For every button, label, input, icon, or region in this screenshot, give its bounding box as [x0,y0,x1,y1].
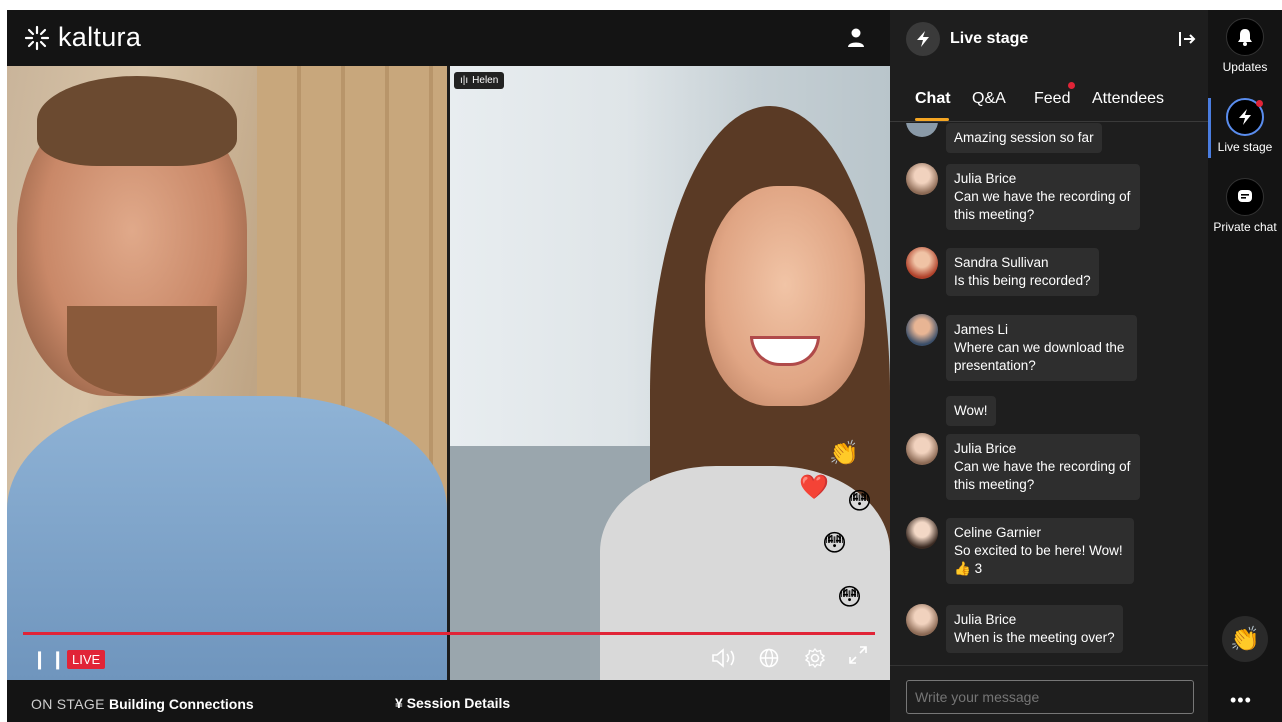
rail-item-private-chat[interactable]: Private chat [1208,178,1282,234]
rail-item-label: Updates [1222,60,1268,74]
avatar [906,314,938,346]
message-text: So excited to be here! Wow! [954,543,1123,558]
on-stage-label: ON STAGE [31,696,105,712]
chat-message: James Li Where can we download the prese… [946,315,1137,381]
user-icon[interactable] [847,28,865,48]
chevron-double-down-icon: ¥ [395,695,403,711]
message-author: Julia Brice [954,441,1017,456]
panel-tabs: Chat Q&A Feed Attendees [890,82,1208,122]
avatar [906,163,938,195]
reaction-flushed-icon: 😳 [822,530,848,557]
speaker-name-tag: ı|ı Helen [454,72,505,89]
speaker-name: Helen [472,75,499,86]
rail-item-label: Live stage [1217,140,1273,154]
brand-name: kaltura [58,22,142,52]
app-frame: kaltura ı|ı Helen 👏 ❤️ 😳 😳 😳 ❙❙ LIVE ON … [7,10,1282,722]
message-text: Can we have the recording of this meetin… [954,459,1131,492]
player-controls: ❙❙ LIVE [7,638,890,680]
stage-area: kaltura ı|ı Helen 👏 ❤️ 😳 😳 😳 ❙❙ LIVE ON … [7,10,890,722]
participant-right [705,186,865,406]
pause-icon[interactable]: ❙❙ [32,650,68,668]
chat-messages[interactable]: Amazing session so far Julia Brice Can w… [890,123,1208,666]
rail-item-label: Private chat [1213,220,1277,234]
more-options-icon[interactable]: ••• [1230,690,1252,711]
settings-gear-icon[interactable] [804,647,826,669]
avatar [906,123,938,137]
message-author: James Li [954,322,1009,337]
reaction-flushed-icon: 😳 [837,584,863,611]
chat-message: Julia Brice Can we have the recording of… [946,434,1140,500]
tab-feed[interactable]: Feed [1034,90,1070,108]
bell-icon [1226,18,1264,56]
message-text: Where can we download the presentation? [954,340,1125,373]
thumbs-up-icon: 👍 [954,561,971,576]
reaction-count: 3 [974,561,983,576]
avatar [906,604,938,636]
volume-icon[interactable] [711,648,741,668]
chat-message: Celine Garnier So excited to be here! Wo… [946,518,1134,584]
message-author: Julia Brice [954,171,1017,186]
bolt-icon [1226,98,1264,136]
avatar [906,517,938,549]
video-tile-left [7,66,447,680]
message-author: Sandra Sullivan [954,255,1049,270]
panel-header: Live stage [890,10,1208,70]
message-author: Julia Brice [954,612,1017,627]
kaltura-logo-icon [24,25,50,50]
message-input[interactable] [906,680,1194,714]
session-bar: ON STAGE Building Connections ¥ Session … [7,680,890,722]
chat-message: Amazing session so far [946,123,1102,153]
reaction-flushed-icon: 😳 [847,488,873,515]
chat-bubble-icon [1226,178,1264,216]
live-stage-notification-dot [1256,100,1263,107]
chat-message: Julia Brice Can we have the recording of… [946,164,1140,230]
composer-divider [890,665,1208,666]
session-title: Building Connections [109,696,254,712]
tab-qa[interactable]: Q&A [972,90,1006,108]
video-tile-right [450,66,890,680]
fullscreen-icon[interactable] [847,644,869,666]
live-stage-panel: Live stage Chat Q&A Feed Attendees Amazi… [890,10,1208,722]
avatar [906,433,938,465]
side-rail: Updates Live stage Private chat 👏 ••• [1208,10,1282,722]
kaltura-logo[interactable]: kaltura [24,22,141,53]
chat-message: Wow! [946,396,996,426]
message-text: Amazing session so far [954,130,1094,145]
live-progress-bar[interactable] [23,632,875,635]
tab-attendees[interactable]: Attendees [1092,90,1164,108]
tab-chat[interactable]: Chat [915,90,951,108]
message-text: When is the meeting over? [954,630,1115,645]
clap-icon: 👏 [1230,625,1260,653]
feed-notification-dot [1068,82,1075,89]
rail-item-updates[interactable]: Updates [1208,18,1282,74]
session-details-label: Session Details [406,695,511,711]
active-tab-indicator [915,118,949,121]
message-text: Is this being recorded? [954,273,1091,288]
top-bar: kaltura [7,10,890,66]
rail-item-live-stage[interactable]: Live stage [1208,98,1282,154]
live-badge[interactable]: LIVE [67,650,106,669]
panel-title: Live stage [950,30,1029,47]
video-player[interactable]: ı|ı Helen 👏 ❤️ 😳 😳 😳 ❙❙ LIVE [7,66,890,680]
reaction-heart-icon: ❤️ [799,474,829,501]
reaction-clap-icon: 👏 [829,440,859,467]
message-text: Can we have the recording of this meetin… [954,189,1131,222]
globe-icon[interactable] [759,648,779,668]
message-text: Wow! [954,403,988,418]
bolt-icon [906,22,940,56]
audio-wave-icon: ı|ı [460,75,469,86]
message-author: Celine Garnier [954,525,1042,540]
avatar [906,247,938,279]
chat-message: Julia Brice When is the meeting over? [946,605,1123,653]
message-reaction[interactable]: 👍 3 [954,560,1126,578]
collapse-panel-icon[interactable] [1178,30,1196,48]
clap-reaction-button[interactable]: 👏 [1222,616,1268,662]
session-details-button[interactable]: ¥ Session Details [395,695,510,711]
chat-message: Sandra Sullivan Is this being recorded? [946,248,1099,296]
